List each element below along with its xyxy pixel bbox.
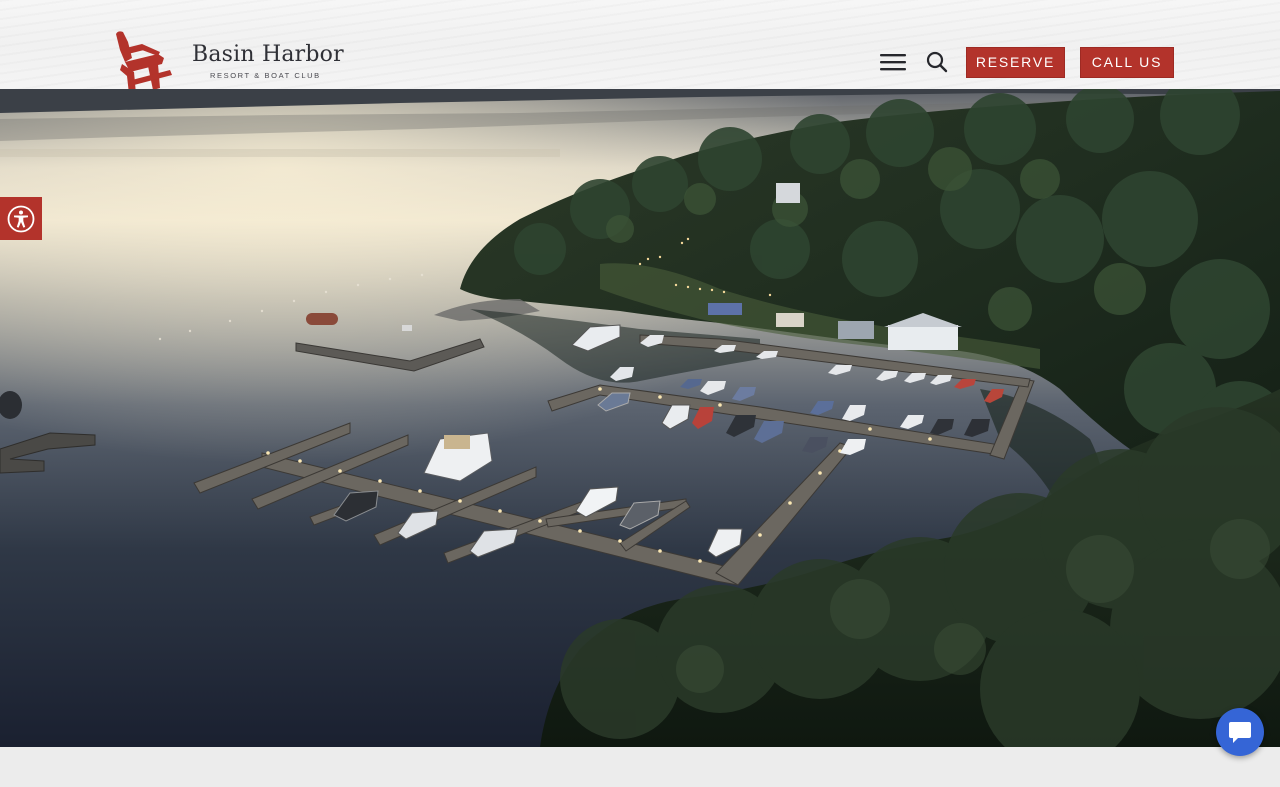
brand-logo-link[interactable]: Basin Harbor RESORT & BOAT CLUB (112, 28, 344, 94)
reserve-button[interactable]: RESERVE (966, 46, 1065, 78)
site-header: Basin Harbor RESORT & BOAT CLUB RESERVE … (0, 0, 1280, 94)
accessibility-toolbar-button[interactable] (0, 197, 42, 240)
search-button[interactable] (922, 47, 952, 77)
accessibility-icon (7, 205, 35, 232)
menu-button[interactable] (878, 47, 908, 77)
brand-name: Basin Harbor (192, 42, 344, 67)
adirondack-chair-logo-icon (116, 31, 172, 94)
brand-tagline: RESORT & BOAT CLUB (210, 71, 321, 80)
live-chat-button[interactable] (1216, 708, 1264, 756)
chat-bubble-icon (1229, 722, 1251, 743)
call-us-button[interactable]: CALL US (1080, 46, 1174, 78)
hamburger-menu-icon (880, 54, 906, 71)
below-fold-section (0, 747, 1280, 787)
aerial-marina-photo (0, 89, 1280, 747)
search-icon (926, 51, 948, 73)
header-tools: RESERVE CALL US (878, 46, 1174, 78)
page: Basin Harbor RESORT & BOAT CLUB RESERVE … (0, 0, 1280, 787)
hero-video (0, 89, 1280, 747)
